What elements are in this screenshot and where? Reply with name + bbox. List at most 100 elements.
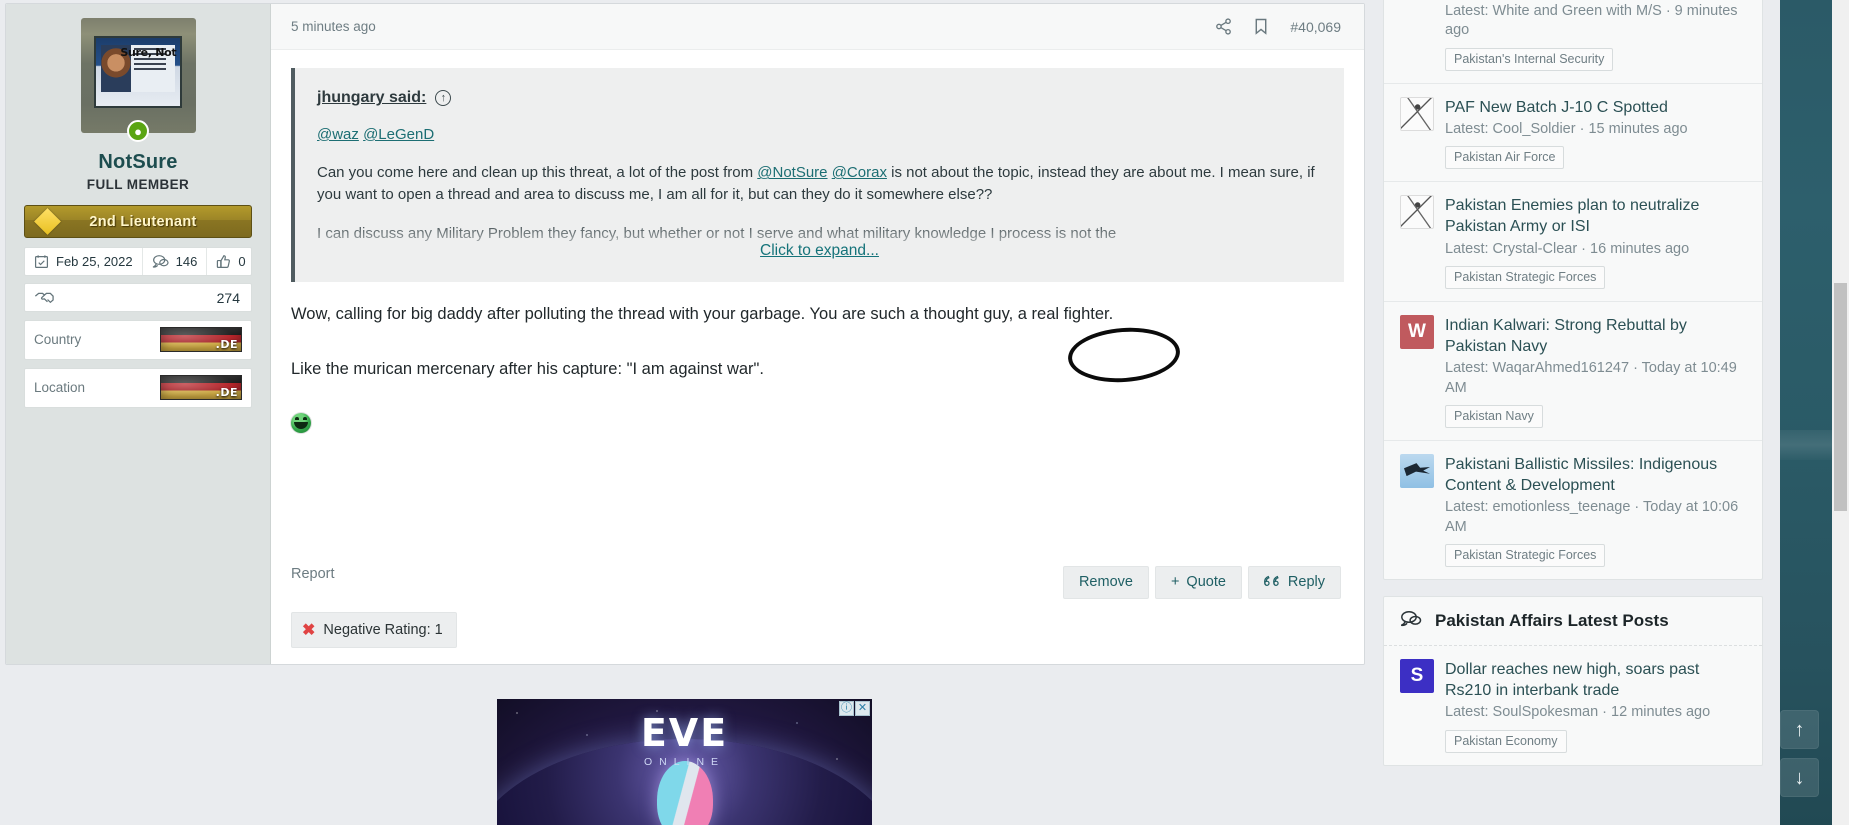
mention-waz[interactable]: @waz [317,126,359,143]
pakistan-affairs-widget: Pakistan Affairs Latest Posts S Dollar r… [1383,596,1763,766]
list-item-text: Pakistan Enemies plan to neutralize Paki… [1445,195,1746,290]
thread-avatar-letter: W [1400,315,1434,350]
list-item[interactable]: Pakistani Ballistic Missiles: Indigenous… [1384,440,1762,579]
list-item-tag[interactable]: Pakistan Navy [1445,405,1543,429]
quote-block: jhungary said: ↑ @waz @LeGenD Can you co… [291,68,1344,282]
comments-icon [152,254,169,269]
user-stats-row: Feb 25, 2022 146 0 [24,247,252,276]
list-item-text: Indian Kalwari: Strong Rebuttal by Pakis… [1445,315,1746,429]
rank-diamond-icon [34,208,61,235]
post-main-column: 5 minutes ago #40,069 jhungary said: ↑ @… [271,4,1364,664]
list-item[interactable]: PAF New Batch J-10 C Spotted Latest: Coo… [1384,82,1762,182]
ad-sublogo-text: ONLINE [643,756,726,768]
list-item-tag[interactable]: Pakistan's Internal Security [1445,47,1614,71]
latest-posts-list: Latest: White and Green with M/S · 9 min… [1384,0,1762,579]
plus-icon: + [1170,574,1180,590]
list-item-meta: Latest: White and Green with M/S · 9 min… [1445,3,1738,39]
avatar-screen: Sure, Not [94,36,182,108]
comments-icon [1400,610,1422,632]
list-item-text: Latest: White and Green with M/S · 9 min… [1445,0,1746,71]
remove-button-label: Remove [1078,574,1133,590]
list-item-tag[interactable]: Pakistan Economy [1445,729,1567,753]
country-label: Country [34,332,82,347]
quote-button[interactable]: + Quote [1154,565,1242,599]
list-item-title[interactable]: Indian Kalwari: Strong Rebuttal by Pakis… [1445,315,1746,357]
quote-mentions-row: @waz @LeGenD [317,124,1322,146]
list-item-text: PAF New Batch J-10 C Spotted Latest: Coo… [1445,97,1688,170]
list-item-meta: Latest: Crystal-Clear · 16 minutes ago [1445,240,1690,257]
list-item-meta: Latest: SoulSpokesman · 12 minutes ago [1445,704,1711,721]
list-item[interactable]: Latest: White and Green with M/S · 9 min… [1384,0,1762,83]
avatar-wrapper: Sure, Not ● [24,18,252,142]
ad-info-icon[interactable]: ⓘ [839,701,854,716]
list-item-title[interactable]: Dollar reaches new high, soars past Rs21… [1445,659,1746,701]
avatar[interactable]: Sure, Not [80,18,196,133]
joined-date-value: Feb 25, 2022 [56,254,133,269]
list-item-title[interactable]: Pakistani Ballistic Missiles: Indigenous… [1445,454,1746,496]
reply-button[interactable]: Reply [1247,565,1341,599]
username[interactable]: NotSure [24,151,252,174]
scroll-to-bottom-button[interactable]: ↓ [1780,758,1819,797]
ad-controls: ⓘ ✕ [839,701,870,716]
scroll-to-top-button[interactable]: ↑ [1780,710,1819,749]
location-flag-code: .DE [215,386,238,399]
browser-scrollbar[interactable] [1832,0,1849,825]
quote-author-row: jhungary said: ↑ [317,89,1322,107]
scrollbar-thumb[interactable] [1834,283,1847,511]
green-grin-smiley-icon [291,413,311,434]
post-paragraph-2: Like the murican mercenary after his cap… [291,360,764,379]
main-content: Sure, Not ● NotSure FULL MEMBER 2nd Lieu… [0,0,1370,670]
post-user-column: Sure, Not ● NotSure FULL MEMBER 2nd Lieu… [6,4,271,664]
list-item-title[interactable]: Pakistan Enemies plan to neutralize Paki… [1445,195,1746,237]
negative-rating-badge[interactable]: ✖ Negative Rating: 1 [291,612,457,648]
right-sidebar: Latest: White and Green with M/S · 9 min… [1383,0,1763,825]
post-number[interactable]: #40,069 [1290,19,1341,35]
list-item[interactable]: Pakistan Enemies plan to neutralize Paki… [1384,181,1762,301]
post-body: jhungary said: ↑ @waz @LeGenD Can you co… [271,50,1364,548]
mention-notsure[interactable]: @NotSure [757,164,827,181]
thread-thumbnail [1400,454,1434,489]
list-item[interactable]: W Indian Kalwari: Strong Rebuttal by Pak… [1384,301,1762,440]
thread-thumbnail [1400,195,1434,230]
post-header: 5 minutes ago #40,069 [271,4,1364,50]
avatar-caption: Sure, Not [120,46,177,60]
user-title: FULL MEMBER [86,177,190,192]
quote-button-label: Quote [1186,574,1226,590]
remove-button[interactable]: Remove [1062,565,1149,599]
click-to-expand-link[interactable]: Click to expand... [295,242,1344,260]
list-item-title[interactable]: PAF New Batch J-10 C Spotted [1445,97,1688,118]
list-item-tag[interactable]: Pakistan Strategic Forces [1445,544,1606,568]
ad-close-icon[interactable]: ✕ [855,701,870,716]
handshake-icon [34,290,54,305]
mention-legend[interactable]: @LeGenD [363,126,434,143]
country-flag-code: .DE [215,338,238,351]
post-footer-row: Report Remove + Quote Reply [291,565,1341,599]
pakistan-affairs-list: S Dollar reaches new high, soars past Rs… [1384,646,1762,765]
likes-count: 0 [238,254,246,269]
page-root: Sure, Not ● NotSure FULL MEMBER 2nd Lieu… [0,0,1849,825]
post-date[interactable]: 5 minutes ago [291,19,376,34]
share-icon[interactable] [1215,18,1232,35]
ad-logo-text: EVE [640,711,729,755]
list-item-meta: Latest: WaqarAhmed161247 · Today at 10:4… [1445,360,1737,396]
post-header-actions: #40,069 [1215,18,1341,35]
list-item-tag[interactable]: Pakistan Strategic Forces [1445,266,1606,290]
post-action-buttons: Remove + Quote Reply [1062,565,1341,599]
quote-author[interactable]: jhungary said: [317,89,426,107]
list-item-text: Dollar reaches new high, soars past Rs21… [1445,659,1746,753]
report-link[interactable]: Report [291,566,335,582]
jump-to-post-icon[interactable]: ↑ [435,90,452,106]
widget-title: Pakistan Affairs Latest Posts [1435,611,1669,631]
trophy-points-value: 274 [216,289,240,306]
advertisement-banner[interactable]: EVE ONLINE ⓘ ✕ [497,699,872,825]
thread-thumbnail [1400,96,1434,131]
bookmark-icon[interactable] [1254,18,1268,35]
mention-corax[interactable]: @Corax [832,164,887,181]
red-x-icon: ✖ [302,622,316,639]
location-label: Location [34,380,86,395]
reply-button-label: Reply [1287,574,1325,590]
negative-rating-label: Negative Rating: 1 [323,622,443,638]
trophy-points-row: 274 [24,283,252,312]
list-item-tag[interactable]: Pakistan Air Force [1445,146,1565,170]
list-item[interactable]: S Dollar reaches new high, soars past Rs… [1384,646,1762,765]
